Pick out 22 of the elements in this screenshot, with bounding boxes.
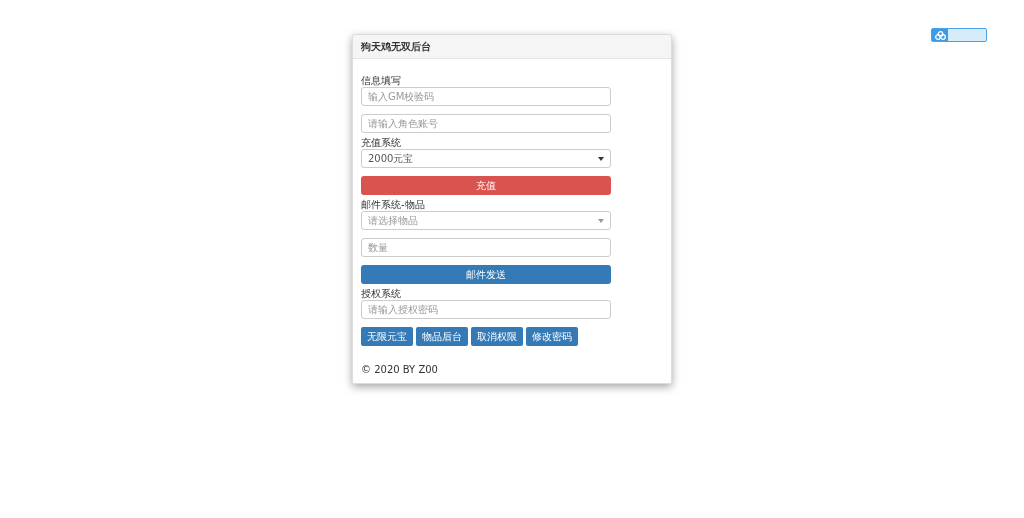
select-field[interactable]: 2000元宝 bbox=[361, 149, 611, 168]
action-button[interactable]: 物品后台 bbox=[416, 327, 468, 346]
action-button[interactable]: 取消权限 bbox=[471, 327, 523, 346]
cloud-widget-button[interactable] bbox=[931, 28, 987, 42]
input-field[interactable]: 输入GM校验码 bbox=[361, 87, 611, 106]
action-button[interactable]: 修改密码 bbox=[526, 327, 578, 346]
footer-text: © 2020 BY Z00 bbox=[361, 363, 439, 377]
input-field[interactable]: 请输入角色账号 bbox=[361, 114, 611, 133]
section-label: 邮件系统-物品 bbox=[361, 199, 426, 210]
select-field[interactable]: 请选择物品 bbox=[361, 211, 611, 230]
recharge-button[interactable]: 充值 bbox=[361, 176, 611, 195]
cloud-icon bbox=[934, 30, 946, 40]
section-label: 充值系统 bbox=[361, 137, 402, 148]
send-button[interactable]: 邮件发送 bbox=[361, 265, 611, 284]
panel-title: 狗天鸡无双后台 bbox=[353, 35, 671, 59]
section-label: 授权系统 bbox=[361, 288, 402, 299]
caret-icon bbox=[598, 218, 604, 223]
caret-icon bbox=[598, 156, 604, 161]
section-label: 信息填写 bbox=[361, 75, 402, 86]
action-button[interactable]: 无限元宝 bbox=[361, 327, 413, 346]
input-field[interactable]: 数量 bbox=[361, 238, 611, 257]
input-field[interactable]: 请输入授权密码 bbox=[361, 300, 611, 319]
